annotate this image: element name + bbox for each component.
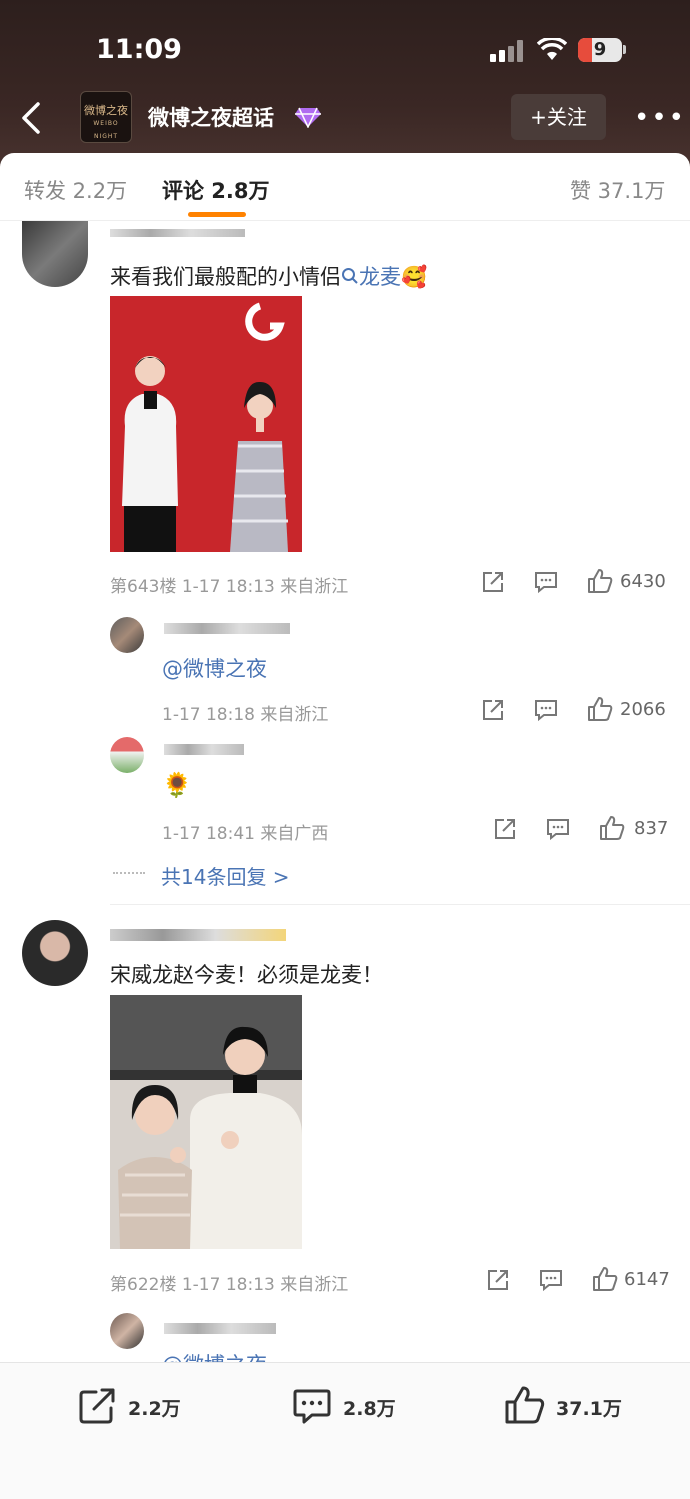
reply-avatar[interactable] [110, 1313, 144, 1349]
back-icon[interactable] [16, 100, 46, 136]
comment-icon[interactable] [533, 569, 559, 595]
battery-icon: 9 [578, 38, 622, 62]
more-icon[interactable]: ••• [634, 105, 686, 131]
comment-icon[interactable] [538, 1267, 564, 1293]
reply-meta: 1-17 18:41 来自广西 [162, 824, 329, 844]
search-icon [342, 268, 358, 284]
comment-text: 宋威龙赵今麦！必须是龙麦！ [110, 963, 383, 987]
comment-text: 来看我们最般配的小情侣 龙麦🥰 [110, 265, 428, 289]
like-icon[interactable] [591, 1265, 619, 1293]
sunflower-emoji: 🌻 [162, 771, 192, 799]
logo-subtext: WEIBO NIGHT [93, 120, 119, 140]
tab-underline [188, 212, 246, 217]
share-icon[interactable] [480, 697, 506, 723]
like-icon[interactable] [598, 814, 626, 842]
username-blurred[interactable] [110, 229, 245, 237]
username-blurred[interactable] [110, 929, 286, 941]
emoji: 🥰 [401, 265, 428, 289]
page-title[interactable]: 微博之夜超话 [148, 102, 274, 132]
photo-couple-red [110, 296, 302, 552]
avatar[interactable] [22, 920, 88, 986]
mention-link[interactable]: @微博之夜 [162, 653, 267, 683]
logo-text: 微博之夜 [84, 104, 128, 117]
bottom-action-bar: 2.2万 2.8万 37.1万 [0, 1362, 690, 1499]
like-icon[interactable] [586, 567, 614, 595]
repost-icon[interactable] [78, 1387, 118, 1425]
tab-bar: 转发 2.2万 评论 2.8万 赞 37.1万 [0, 153, 690, 221]
comment-icon[interactable] [545, 816, 571, 842]
battery-tip [623, 45, 626, 54]
mention-link[interactable]: @微博之夜 [162, 1349, 267, 1363]
more-replies-link[interactable]: 共14条回复 > [161, 861, 290, 890]
comment-image[interactable] [110, 995, 302, 1249]
reply-avatar[interactable] [110, 737, 144, 773]
like-icon[interactable] [586, 695, 614, 723]
topic-tag[interactable]: 龙麦 [341, 265, 401, 289]
like-icon[interactable] [504, 1385, 546, 1425]
tab-comment[interactable]: 评论 2.8万 [162, 175, 270, 205]
reply-username-blurred[interactable] [164, 744, 244, 755]
comment-icon[interactable] [292, 1387, 332, 1425]
header: 11:09 9 微博之夜 WEIBO NIGHT 微博之夜超话 +关注 ••• [0, 0, 690, 175]
avatar[interactable] [22, 221, 88, 287]
reply-username-blurred[interactable] [164, 623, 290, 634]
tab-repost[interactable]: 转发 2.2万 [24, 175, 127, 205]
signal-icon [490, 40, 526, 62]
comments-panel: 转发 2.2万 评论 2.8万 赞 37.1万 来看我们最般配的小情侣 龙麦🥰 第… [0, 153, 690, 1363]
like-count: 2066 [620, 699, 666, 720]
reply-username-blurred[interactable] [164, 1323, 276, 1334]
comment-count[interactable]: 2.8万 [343, 1394, 396, 1421]
photo-couple-pose [110, 995, 302, 1249]
share-icon[interactable] [480, 569, 506, 595]
comment-image[interactable] [110, 296, 302, 552]
diamond-icon [295, 107, 321, 128]
status-time: 11:09 [96, 34, 182, 65]
repost-count[interactable]: 2.2万 [128, 1394, 181, 1421]
tab-like[interactable]: 赞 37.1万 [570, 175, 665, 205]
share-icon[interactable] [485, 1267, 511, 1293]
reply-meta: 1-17 18:18 来自浙江 [162, 705, 329, 725]
comment-icon[interactable] [533, 697, 559, 723]
like-count: 837 [634, 818, 669, 839]
like-count: 6430 [620, 571, 666, 592]
share-icon[interactable] [492, 816, 518, 842]
dotted-divider [113, 872, 145, 874]
topic-logo[interactable]: 微博之夜 WEIBO NIGHT [80, 91, 132, 143]
like-count: 6147 [624, 1269, 670, 1290]
reply-avatar[interactable] [110, 617, 144, 653]
like-count[interactable]: 37.1万 [556, 1394, 622, 1421]
comment-meta: 第622楼 1-17 18:13 来自浙江 [110, 1275, 349, 1295]
wifi-icon [537, 38, 567, 60]
comment-meta: 第643楼 1-17 18:13 来自浙江 [110, 577, 349, 597]
follow-button[interactable]: +关注 [511, 94, 606, 140]
divider [110, 904, 690, 905]
